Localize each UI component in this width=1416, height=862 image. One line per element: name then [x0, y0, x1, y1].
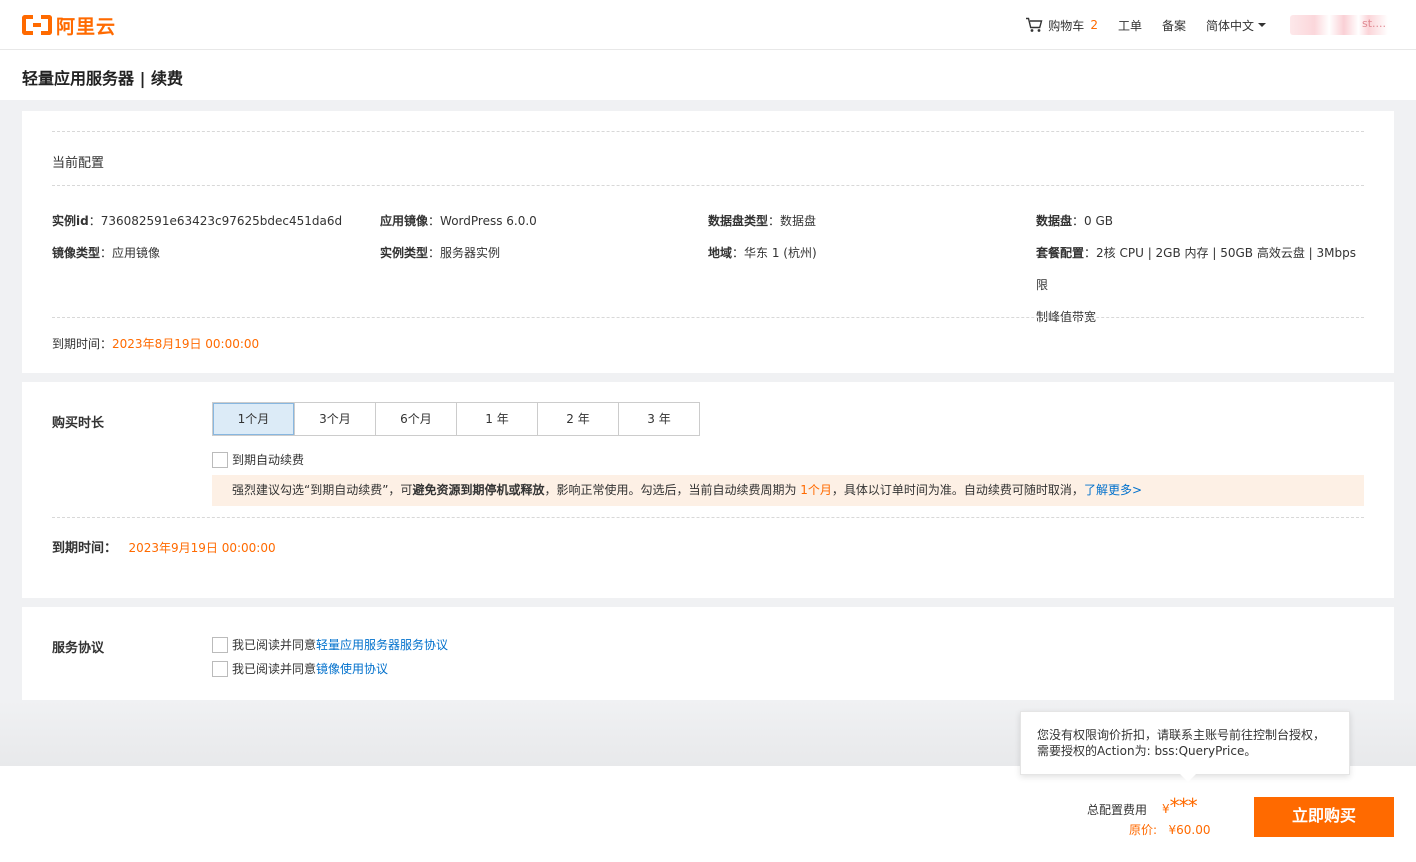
original-price: 原价: ¥60.00 — [1129, 821, 1211, 838]
tooltip-arrow-icon — [1180, 774, 1196, 782]
top-nav: 阿里云 购物车 2 工单 备案 简体中文 st.... — [0, 0, 1416, 50]
purchase-duration-card: 购买时长 1个月 3个月 6个月 1 年 2 年 3 年 到期自动续费 强烈建议… — [22, 382, 1394, 598]
language-select[interactable]: 简体中文 — [1206, 17, 1266, 34]
duration-tabs: 1个月 3个月 6个月 1 年 2 年 3 年 — [212, 402, 700, 436]
agreement-text: 我已阅读并同意 — [232, 638, 317, 652]
service-agreement-card: 服务协议 我已阅读并同意 轻量应用服务器服务协议 我已阅读并同意 镜像使用协议 — [22, 607, 1394, 700]
config-data-disk: 数据盘：0 GB — [1036, 214, 1114, 228]
notice-period: 1个月 — [800, 483, 832, 497]
auto-renew-label: 到期自动续费 — [232, 453, 305, 467]
config-region: 地域：华东 1 (杭州) — [708, 246, 817, 260]
current-expire-time: 到期时间：2023年8月19日 00:00:00 — [52, 337, 260, 351]
duration-option-3-years[interactable]: 3 年 — [618, 403, 699, 435]
account-name: st.... — [1361, 17, 1386, 30]
duration-option-3-months[interactable]: 3个月 — [294, 403, 375, 435]
notice-text: ，影响正常使用。勾选后，当前自动续费周期为 — [544, 483, 801, 497]
cart-link[interactable]: 购物车 2 — [1025, 17, 1098, 34]
notice-bold-text: 避免资源到期停机或释放 — [412, 483, 545, 497]
aliyun-logo[interactable]: 阿里云 — [22, 13, 117, 38]
divider — [52, 131, 1364, 132]
page-title-bar: 轻量应用服务器 | 续费 — [0, 50, 1416, 100]
duration-option-1-year[interactable]: 1 年 — [456, 403, 537, 435]
original-price-label: 原价: — [1129, 823, 1158, 837]
agreement-row-1: 我已阅读并同意 轻量应用服务器服务协议 — [212, 636, 448, 653]
divider — [52, 517, 1364, 518]
auto-renew-row: 到期自动续费 — [212, 451, 304, 468]
service-agreement-title: 服务协议 — [52, 641, 105, 656]
lightweight-server-agreement-link[interactable]: 轻量应用服务器服务协议 — [316, 636, 448, 653]
ticket-link[interactable]: 工单 — [1118, 17, 1142, 34]
original-price-value: ¥60.00 — [1168, 823, 1211, 837]
record-link[interactable]: 备案 — [1162, 17, 1186, 34]
total-price-label: 总配置费用 — [1087, 803, 1148, 817]
current-config-card: 当前配置 实例id：736082591e63423c97625bdec451da… — [22, 111, 1394, 373]
tooltip-line-2: 需要授权的Action为: bss:QueryPrice。 — [1037, 744, 1257, 758]
aliyun-logo-icon — [22, 15, 52, 35]
cart-label: 购物车 — [1048, 18, 1085, 33]
agreement-checkbox-1[interactable] — [212, 636, 228, 653]
config-instance-id: 实例id：736082591e63423c97625bdec451da6d — [52, 214, 343, 228]
page-title: 轻量应用服务器 | 续费 — [22, 69, 183, 88]
logo-text: 阿里云 — [56, 15, 117, 38]
masked-price: *** — [1169, 794, 1198, 818]
agreement-row-2: 我已阅读并同意 镜像使用协议 — [212, 660, 388, 677]
current-config-title: 当前配置 — [52, 156, 105, 171]
config-instance-type: 实例类型：服务器实例 — [380, 246, 501, 260]
duration-option-6-months[interactable]: 6个月 — [375, 403, 456, 435]
price-permission-tooltip: 您没有权限询价折扣，请联系主账号前往控制台授权， 需要授权的Action为: b… — [1020, 711, 1350, 775]
agreement-checkbox-2[interactable] — [212, 660, 228, 677]
config-image-type: 镜像类型：应用镜像 — [52, 246, 161, 260]
agreement-text: 我已阅读并同意 — [232, 662, 317, 676]
language-label: 简体中文 — [1205, 18, 1254, 33]
buy-now-button[interactable]: 立即购买 — [1254, 797, 1394, 837]
currency-symbol: ¥ — [1162, 802, 1170, 816]
total-price-value: ¥*** — [1162, 794, 1198, 818]
nav-right: 购物车 2 工单 备案 简体中文 st.... — [1005, 0, 1388, 50]
learn-more-link[interactable]: 了解更多> — [1084, 483, 1142, 497]
divider — [52, 317, 1364, 318]
bottom-bar — [0, 766, 1416, 862]
caret-down-icon — [1258, 23, 1266, 27]
image-agreement-link[interactable]: 镜像使用协议 — [316, 660, 388, 677]
duration-option-2-years[interactable]: 2 年 — [537, 403, 618, 435]
tooltip-line-1: 您没有权限询价折扣，请联系主账号前往控制台授权， — [1037, 728, 1326, 742]
cart-count-badge: 2 — [1090, 18, 1098, 32]
account-menu[interactable]: st.... — [1290, 15, 1388, 35]
config-disk-type: 数据盘类型：数据盘 — [708, 214, 817, 228]
notice-text: ，具体以订单时间为准。自动续费可随时取消， — [831, 483, 1084, 497]
auto-renew-checkbox[interactable] — [212, 451, 228, 468]
config-app-image: 应用镜像：WordPress 6.0.0 — [380, 214, 537, 228]
new-expire-time: 到期时间： 2023年9月19日 00:00:00 — [52, 541, 276, 556]
purchase-duration-title: 购买时长 — [52, 416, 105, 431]
notice-text: 强烈建议勾选“到期自动续费”，可 — [232, 483, 413, 497]
duration-option-1-month[interactable]: 1个月 — [213, 403, 294, 435]
auto-renew-notice: 强烈建议勾选“到期自动续费”，可避免资源到期停机或释放，影响正常使用。勾选后，当… — [212, 475, 1364, 506]
divider — [52, 185, 1364, 186]
cart-icon — [1026, 17, 1043, 32]
config-package: 套餐配置：2核 CPU | 2GB 内存 | 50GB 高效云盘 | 3Mbps… — [1036, 246, 1356, 324]
